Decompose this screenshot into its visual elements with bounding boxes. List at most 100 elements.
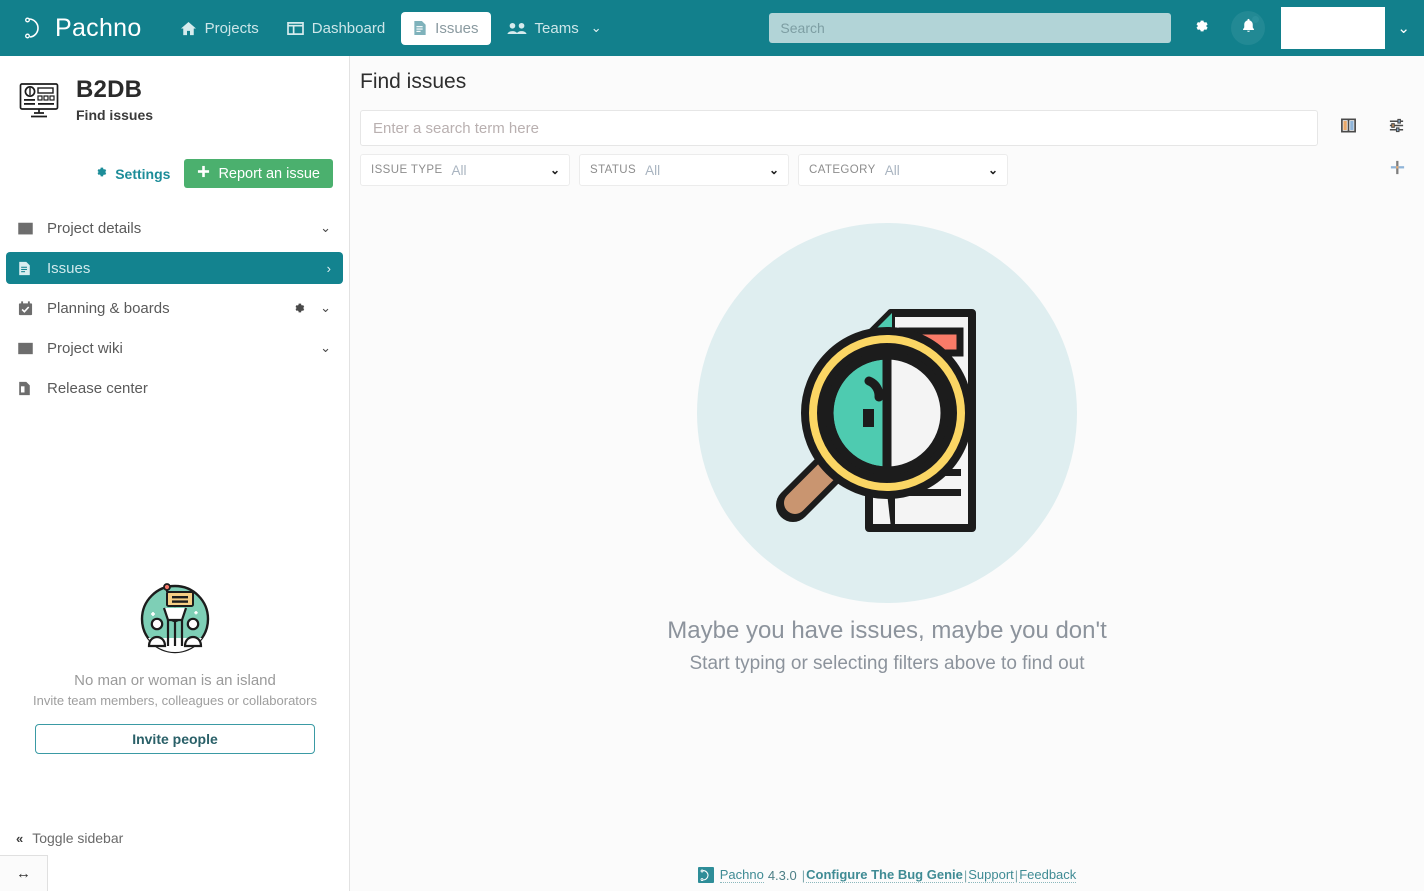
report-issue-label: Report an issue xyxy=(218,165,320,182)
pachno-logo-icon xyxy=(22,15,48,41)
toggle-sidebar-button[interactable]: « Toggle sidebar xyxy=(16,830,123,846)
project-header: B2DB Find issues xyxy=(0,56,349,123)
sidebar-item-release-center[interactable]: Release center xyxy=(6,372,343,404)
filter-label-category: Category xyxy=(809,164,876,176)
notifications-button[interactable] xyxy=(1231,11,1266,45)
document-icon xyxy=(18,261,38,276)
chevron-down-icon[interactable]: ⌄ xyxy=(550,163,560,177)
plus-icon xyxy=(1389,159,1406,181)
columns-layout-icon xyxy=(1340,117,1357,139)
filter-settings-button[interactable] xyxy=(1378,110,1414,146)
nav-item-issues[interactable]: Issues xyxy=(401,11,491,45)
top-header-bar: Pachno Projects Dashboard Issues Teams ⌄… xyxy=(0,0,1424,56)
nav-label-dashboard: Dashboard xyxy=(311,19,386,37)
brand[interactable]: Pachno xyxy=(22,14,142,43)
project-settings-link[interactable]: Settings xyxy=(94,165,170,182)
header-right-cluster: ⌄ xyxy=(769,0,1424,56)
chevron-right-icon[interactable]: › xyxy=(327,261,331,276)
home-icon xyxy=(180,21,197,36)
users-icon xyxy=(506,21,527,36)
global-search-input[interactable] xyxy=(769,13,1172,43)
filter-category[interactable]: Category All ⌄ xyxy=(798,154,1008,186)
footer-version: 4.3.0 xyxy=(767,867,797,883)
user-avatar[interactable] xyxy=(1281,7,1386,49)
monitor-icon xyxy=(18,79,60,121)
nav-label-projects: Projects xyxy=(204,19,259,37)
sliders-icon xyxy=(1388,117,1405,139)
project-sidebar: B2DB Find issues Settings Report an issu… xyxy=(0,56,350,891)
footer-link-configure[interactable]: Configure The Bug Genie xyxy=(806,867,963,883)
sidebar-nav: Project details ⌄ Issues › Planning & bo… xyxy=(0,212,349,404)
sidebar-label-project-details: Project details xyxy=(47,219,142,237)
document-icon xyxy=(413,20,427,36)
nav-item-teams[interactable]: Teams ⌄ xyxy=(495,12,614,45)
footer-link-support[interactable]: Support xyxy=(968,867,1014,883)
footer-link-feedback[interactable]: Feedback xyxy=(1019,867,1077,883)
footer-separator-3: | xyxy=(1014,867,1019,883)
empty-state: Maybe you have issues, maybe you don't S… xyxy=(350,223,1424,675)
project-actions: Settings Report an issue xyxy=(0,159,349,188)
filter-issue-type[interactable]: Issue type All ⌄ xyxy=(360,154,570,186)
user-menu-chevron-down-icon[interactable]: ⌄ xyxy=(1397,19,1410,37)
invite-title: No man or woman is an island xyxy=(74,672,276,689)
report-issue-button[interactable]: Report an issue xyxy=(184,159,333,188)
sidebar-label-issues: Issues xyxy=(47,259,91,277)
sidebar-label-planning-boards: Planning & boards xyxy=(47,299,170,317)
chevron-down-icon[interactable]: ⌄ xyxy=(320,300,331,316)
nav-item-dashboard[interactable]: Dashboard xyxy=(275,12,397,45)
sidebar-item-project-wiki[interactable]: Project wiki ⌄ xyxy=(6,332,343,364)
resize-horizontal-icon: ↔ xyxy=(16,865,31,882)
filter-row: Issue type All ⌄ Status All ⌄ Category A… xyxy=(360,154,1414,186)
footer: Pachno 4.3.0 | Configure The Bug Genie |… xyxy=(350,867,1424,883)
gear-icon xyxy=(94,165,108,182)
sidebar-item-issues[interactable]: Issues › xyxy=(6,252,343,284)
invite-block: No man or woman is an island Invite team… xyxy=(0,582,350,754)
columns-icon xyxy=(18,222,38,235)
sidebar-label-project-wiki: Project wiki xyxy=(47,339,123,357)
filter-value-issue-type: All xyxy=(451,162,467,178)
filter-label-status: Status xyxy=(590,164,637,176)
release-icon xyxy=(18,381,38,396)
chevron-down-icon[interactable]: ⌄ xyxy=(591,20,602,36)
pachno-logo-icon xyxy=(697,867,714,883)
chevron-down-icon[interactable]: ⌄ xyxy=(320,340,331,356)
chevron-down-icon[interactable]: ⌄ xyxy=(769,163,779,177)
sidebar-resize-handle[interactable]: ↔ xyxy=(0,855,48,891)
notification-badge xyxy=(1252,16,1260,23)
board-settings-gear-icon[interactable] xyxy=(292,301,306,315)
filter-value-status: All xyxy=(645,162,661,178)
project-subtitle: Find issues xyxy=(76,107,154,123)
dashboard-icon xyxy=(286,21,304,36)
chevron-double-left-icon: « xyxy=(16,830,24,846)
chevron-down-icon[interactable]: ⌄ xyxy=(320,220,331,236)
settings-button[interactable] xyxy=(1184,11,1218,45)
nav-label-issues: Issues xyxy=(435,19,479,37)
gear-icon xyxy=(1192,17,1210,40)
nav-item-projects[interactable]: Projects xyxy=(168,12,271,45)
project-name: B2DB xyxy=(76,76,143,103)
nav-label-teams: Teams xyxy=(534,19,579,37)
brand-name: Pachno xyxy=(55,13,142,42)
empty-state-heading: Maybe you have issues, maybe you don't xyxy=(667,617,1107,644)
calendar-check-icon xyxy=(18,300,38,316)
filter-value-category: All xyxy=(884,162,900,178)
filter-status[interactable]: Status All ⌄ xyxy=(579,154,789,186)
invite-subtitle: Invite team members, colleagues or colla… xyxy=(33,693,317,708)
footer-product-link[interactable]: Pachno xyxy=(719,867,764,883)
columns-layout-button[interactable] xyxy=(1330,110,1366,146)
invite-people-button[interactable]: Invite people xyxy=(35,724,315,754)
magnifier-document-icon xyxy=(697,223,1077,603)
main-nav: Projects Dashboard Issues Teams ⌄ xyxy=(168,0,618,56)
settings-label: Settings xyxy=(115,165,171,182)
empty-state-subtext: Start typing or selecting filters above … xyxy=(689,653,1085,674)
add-filter-button[interactable] xyxy=(1380,154,1414,186)
chevron-down-icon[interactable]: ⌄ xyxy=(988,163,998,177)
issue-search-row xyxy=(360,110,1414,146)
wiki-icon xyxy=(18,342,38,355)
people-celebrating-icon xyxy=(138,582,212,656)
sidebar-item-planning-boards[interactable]: Planning & boards ⌄ xyxy=(6,292,343,324)
sidebar-item-project-details[interactable]: Project details ⌄ xyxy=(6,212,343,244)
plus-icon xyxy=(197,165,210,182)
sidebar-label-release-center: Release center xyxy=(47,379,148,397)
issue-search-input[interactable] xyxy=(360,110,1319,146)
